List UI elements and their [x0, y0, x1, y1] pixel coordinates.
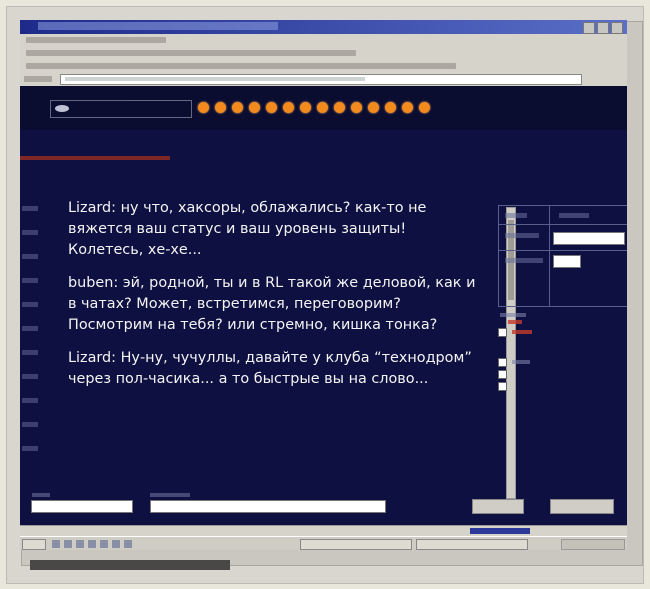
quicklaunch-icon[interactable] — [124, 540, 132, 548]
checkbox[interactable] — [498, 370, 507, 379]
orange-dot — [419, 102, 430, 113]
orange-dot — [334, 102, 345, 113]
nick-label — [32, 493, 50, 497]
orange-dot — [385, 102, 396, 113]
toolbar-buttons[interactable] — [26, 50, 356, 56]
panel-divider — [499, 250, 627, 251]
chat-overlay: Lizard: ну что, хаксоры, облажались? как… — [68, 198, 478, 402]
quicklaunch-icon[interactable] — [100, 540, 108, 548]
taskbar-item[interactable] — [300, 539, 412, 550]
orange-dot — [402, 102, 413, 113]
orange-dot — [300, 102, 311, 113]
photo-stage: Lizard: ну что, хаксоры, облажались? как… — [0, 0, 650, 589]
browser-toolbar — [20, 46, 627, 61]
orange-dot — [232, 102, 243, 113]
browser-screen: Lizard: ну что, хаксоры, облажались? как… — [20, 20, 627, 550]
checkbox[interactable] — [498, 328, 507, 337]
quicklaunch-icon[interactable] — [64, 540, 72, 548]
send-button[interactable] — [472, 499, 524, 514]
refresh-select[interactable] — [553, 255, 581, 268]
timestamp — [22, 254, 38, 259]
message-label — [150, 493, 190, 497]
quicklaunch-icon[interactable] — [112, 540, 120, 548]
monitor-label-strip — [30, 560, 230, 570]
timestamp — [22, 446, 38, 451]
site-header — [20, 86, 627, 130]
nick-input[interactable] — [31, 500, 133, 513]
taskbar — [20, 536, 627, 550]
message-input[interactable] — [150, 500, 386, 513]
timestamp — [22, 350, 38, 355]
start-button[interactable] — [22, 539, 46, 550]
menu-items[interactable] — [26, 37, 166, 43]
panel-label — [505, 258, 543, 263]
links-items[interactable] — [26, 63, 456, 69]
maximize-icon[interactable] — [597, 22, 609, 34]
system-tray — [561, 539, 625, 550]
orange-dot — [198, 102, 209, 113]
eye-logo-icon — [55, 105, 69, 112]
close-icon[interactable] — [611, 22, 623, 34]
address-label — [24, 76, 52, 82]
panel-divider — [549, 206, 550, 306]
checkbox[interactable] — [498, 358, 507, 367]
quicklaunch-icon[interactable] — [76, 540, 84, 548]
options-panel — [498, 205, 627, 307]
window-title — [38, 22, 278, 30]
site-logo[interactable] — [50, 100, 192, 118]
chat-message: buben: эй, родной, ты и в RL такой же де… — [68, 275, 476, 333]
timestamp — [22, 422, 38, 427]
timestamp — [22, 278, 38, 283]
filter-label — [500, 313, 526, 317]
checkbox-label — [512, 360, 530, 364]
minimize-icon[interactable] — [583, 22, 595, 34]
window-controls — [583, 22, 623, 34]
orange-dot — [351, 102, 362, 113]
checkbox-label — [512, 330, 532, 334]
filter-label-red — [508, 320, 522, 324]
orange-dot — [215, 102, 226, 113]
taskbar-item[interactable] — [416, 539, 528, 550]
chat-message: Lizard: ну что, хаксоры, облажались? как… — [68, 200, 427, 258]
clear-button[interactable] — [550, 499, 614, 514]
address-bar — [20, 72, 627, 87]
timestamp — [22, 302, 38, 307]
timestamp — [22, 374, 38, 379]
panel-divider — [499, 224, 627, 225]
timestamp — [22, 230, 38, 235]
address-input[interactable] — [60, 74, 582, 85]
orange-dot — [266, 102, 277, 113]
address-url — [65, 77, 365, 81]
section-title-blurred — [20, 156, 170, 160]
orange-dot — [249, 102, 260, 113]
header-dots — [198, 102, 430, 113]
orange-dot — [317, 102, 328, 113]
chat-message: Lizard: Ну-ну, чучуллы, давайте у клуба … — [68, 350, 472, 387]
orange-dot — [283, 102, 294, 113]
color-select[interactable] — [553, 232, 625, 245]
timestamps-column — [22, 206, 38, 470]
panel-label — [505, 233, 539, 238]
timestamp — [22, 206, 38, 211]
checkbox[interactable] — [498, 382, 507, 391]
timestamp — [22, 398, 38, 403]
quicklaunch-icon[interactable] — [52, 540, 60, 548]
quicklaunch-icon[interactable] — [88, 540, 96, 548]
orange-dot — [368, 102, 379, 113]
progress-indicator — [470, 528, 530, 534]
panel-label — [559, 213, 589, 218]
window-titlebar — [20, 20, 627, 34]
timestamp — [22, 326, 38, 331]
panel-label — [505, 213, 527, 218]
